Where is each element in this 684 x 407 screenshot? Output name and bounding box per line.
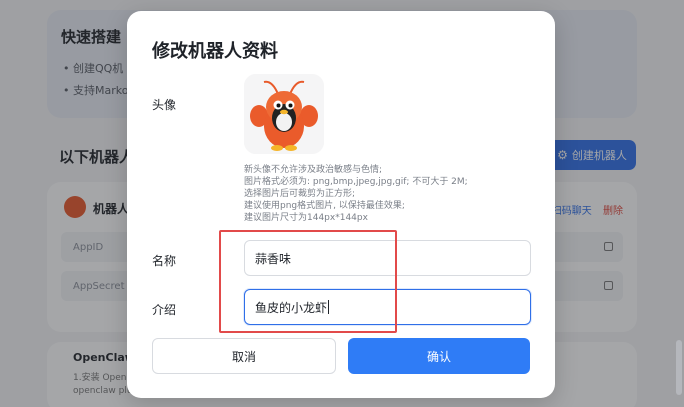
avatar-hint: 建议使用png格式图片, 以保持最佳效果; <box>244 201 405 211</box>
lobster-penguin-avatar <box>244 74 324 154</box>
cancel-label: 取消 <box>231 349 256 364</box>
avatar-hint: 新头像不允许涉及政治敏感与色情; <box>244 165 383 175</box>
avatar-hint: 图片格式必须为: png,bmp,jpeg,jpg,gif; 不可大于 2M; <box>244 177 468 187</box>
confirm-label: 确认 <box>426 349 451 364</box>
name-input-value: 蒜香味 <box>255 251 292 266</box>
avatar-hint: 建议图片尺寸为144px*144px <box>244 213 368 223</box>
avatar-hints: 新头像不允许涉及政治敏感与色情; 图片格式必须为: png,bmp,jpeg,j… <box>244 164 534 224</box>
page-scrollbar[interactable] <box>676 340 682 395</box>
intro-input-value: 鱼皮的小龙虾 <box>255 300 328 315</box>
intro-input[interactable]: 鱼皮的小龙虾 <box>244 289 531 325</box>
text-caret <box>328 300 330 314</box>
avatar-label: 头像 <box>152 98 177 112</box>
cancel-button[interactable]: 取消 <box>152 338 336 374</box>
name-label: 名称 <box>152 254 177 268</box>
edit-bot-modal: 修改机器人资料 头像 新头像不允许涉及政治敏感与色情; 图片格式必须为: png… <box>127 11 555 398</box>
avatar-upload[interactable] <box>244 74 324 154</box>
modal-title: 修改机器人资料 <box>152 41 278 62</box>
avatar-hint: 选择图片后可裁剪为正方形; <box>244 189 356 199</box>
intro-label: 介绍 <box>152 303 177 317</box>
name-input[interactable]: 蒜香味 <box>244 240 531 276</box>
confirm-button[interactable]: 确认 <box>348 338 530 374</box>
